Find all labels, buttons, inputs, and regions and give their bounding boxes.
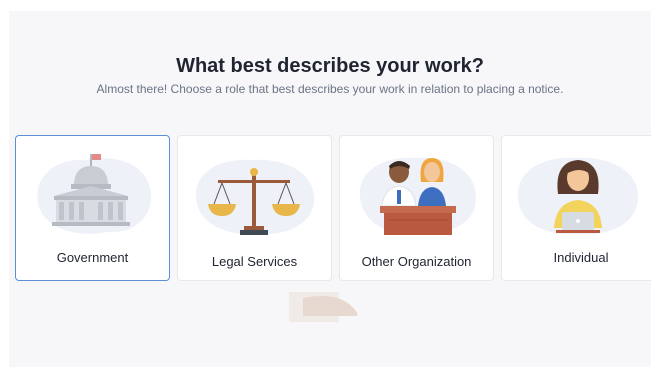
role-label-individual: Individual bbox=[553, 250, 609, 265]
role-card-legal-services[interactable]: Legal Services bbox=[177, 135, 332, 281]
role-card-individual[interactable]: Individual bbox=[501, 135, 651, 281]
page-title: What best describes your work? bbox=[176, 55, 484, 77]
scales-of-justice-icon bbox=[195, 159, 315, 235]
role-label-other-organization: Other Organization bbox=[361, 254, 472, 269]
capitol-building-icon bbox=[37, 154, 152, 234]
role-card-other-organization[interactable]: Other Organization bbox=[339, 135, 494, 281]
person-with-laptop-icon bbox=[517, 157, 638, 235]
page-subtitle: Almost there! Choose a role that best de… bbox=[96, 82, 564, 96]
people-at-desk-icon bbox=[359, 157, 476, 235]
role-label-legal-services: Legal Services bbox=[211, 254, 298, 269]
role-card-government[interactable]: Government bbox=[15, 135, 170, 281]
decorative-shape bbox=[289, 292, 358, 322]
role-label-government: Government bbox=[56, 250, 129, 265]
